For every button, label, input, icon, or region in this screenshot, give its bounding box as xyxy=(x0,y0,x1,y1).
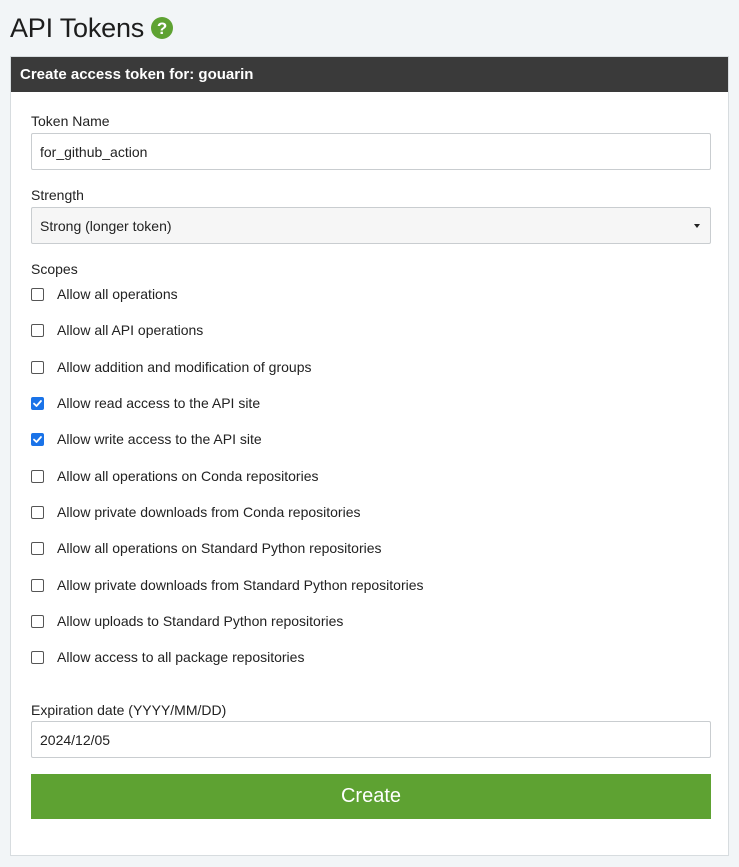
page-title: API Tokens xyxy=(10,12,145,43)
checkbox[interactable] xyxy=(31,650,44,664)
scope-row[interactable]: Allow write access to the API site xyxy=(31,429,262,449)
scope-label: Allow access to all package repositories xyxy=(57,649,305,665)
create-token-panel: Create access token for: gouarin Token N… xyxy=(10,56,729,856)
checkbox[interactable] xyxy=(31,287,44,301)
create-button[interactable]: Create xyxy=(31,774,711,819)
scope-row[interactable]: Allow all operations on Conda repositori… xyxy=(31,466,318,486)
scope-row[interactable]: Allow read access to the API site xyxy=(31,393,260,413)
token-name-label: Token Name xyxy=(31,113,110,129)
scope-row[interactable]: Allow all operations xyxy=(31,284,178,304)
strength-select[interactable]: Strong (longer token) xyxy=(31,207,711,244)
checkbox[interactable] xyxy=(31,578,44,592)
caret-down-icon xyxy=(694,224,700,228)
scope-label: Allow all operations on Conda repositori… xyxy=(57,468,319,484)
checkbox[interactable] xyxy=(31,469,44,483)
checkbox[interactable] xyxy=(31,614,44,628)
checkbox[interactable] xyxy=(31,396,44,410)
page-header: API Tokens ? xyxy=(10,11,174,45)
checkbox[interactable] xyxy=(31,323,44,337)
scope-label: Allow all API operations xyxy=(57,322,204,338)
panel-title: Create access token for: gouarin xyxy=(20,66,254,83)
scope-row[interactable]: Allow access to all package repositories xyxy=(31,647,304,667)
scope-label: Allow all operations on Standard Python … xyxy=(57,540,382,556)
checkbox[interactable] xyxy=(31,505,44,519)
scope-row[interactable]: Allow private downloads from Standard Py… xyxy=(31,575,424,595)
checkbox[interactable] xyxy=(31,541,44,555)
expiration-label: Expiration date (YYYY/MM/DD) xyxy=(31,702,227,718)
scope-label: Allow private downloads from Standard Py… xyxy=(57,577,424,593)
strength-selected-value: Strong (longer token) xyxy=(40,217,172,234)
scope-label: Allow private downloads from Conda repos… xyxy=(57,504,361,520)
scope-label: Allow all operations xyxy=(57,286,178,302)
scope-row[interactable]: Allow all API operations xyxy=(31,320,203,340)
scope-row[interactable]: Allow all operations on Standard Python … xyxy=(31,538,382,558)
scope-label: Allow addition and modification of group… xyxy=(57,359,312,375)
scope-label: Allow read access to the API site xyxy=(57,395,261,411)
checkbox[interactable] xyxy=(31,360,44,374)
strength-label: Strength xyxy=(31,187,84,203)
checkbox[interactable] xyxy=(31,432,44,446)
scope-row[interactable]: Allow uploads to Standard Python reposit… xyxy=(31,611,343,631)
scope-row[interactable]: Allow addition and modification of group… xyxy=(31,357,312,377)
expiration-date-input[interactable] xyxy=(31,721,711,758)
scope-label: Allow uploads to Standard Python reposit… xyxy=(57,613,344,629)
scope-label: Allow write access to the API site xyxy=(57,431,262,447)
question-circle-icon[interactable]: ? xyxy=(151,17,174,39)
panel-header: Create access token for: gouarin xyxy=(11,57,728,92)
scope-row[interactable]: Allow private downloads from Conda repos… xyxy=(31,502,360,522)
token-name-input[interactable] xyxy=(31,133,711,170)
scopes-label: Scopes xyxy=(31,261,78,277)
